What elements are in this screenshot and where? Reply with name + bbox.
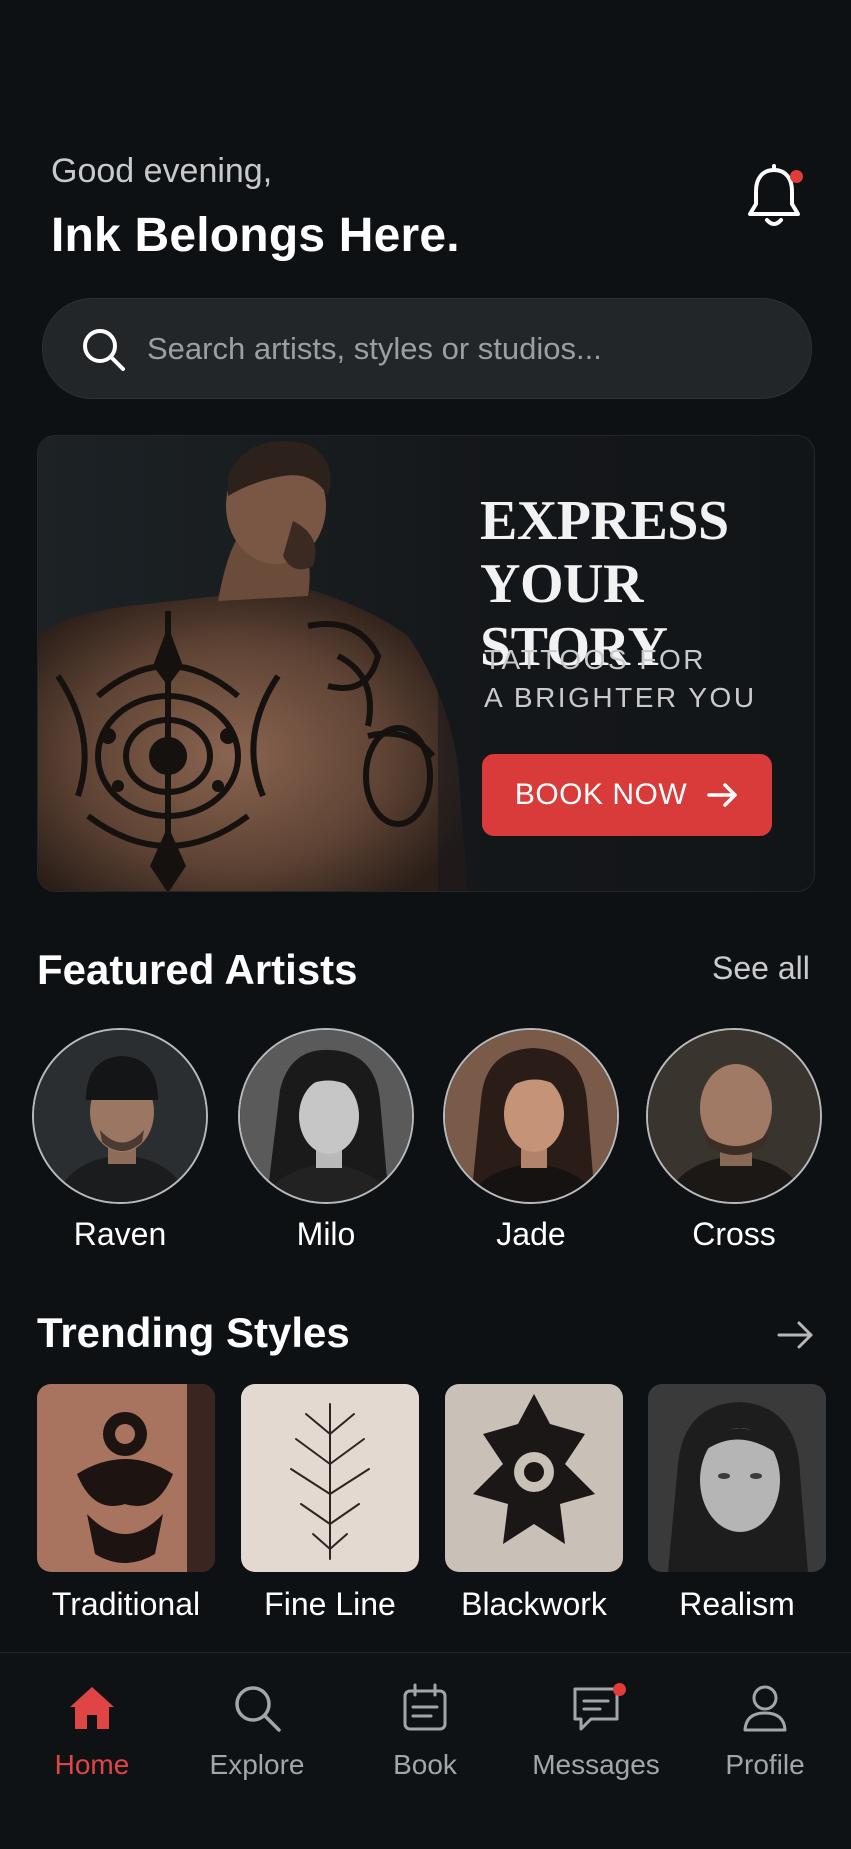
artist-name: Jade xyxy=(496,1216,566,1252)
book-now-button[interactable]: BOOK NOW xyxy=(482,754,772,836)
hero-banner: EXPRESS YOUR STORY TATTOOS FOR A BRIGHTE… xyxy=(37,435,815,892)
book-now-label: BOOK NOW xyxy=(514,778,688,811)
featured-artists-title: Featured Artists xyxy=(37,946,358,993)
style-card-traditional[interactable]: Traditional xyxy=(37,1384,215,1623)
tab-label: Explore xyxy=(209,1749,305,1780)
search-bar[interactable] xyxy=(42,298,812,399)
artist-card-raven[interactable]: Raven xyxy=(30,1028,210,1253)
avatar xyxy=(443,1028,619,1204)
search-icon xyxy=(235,1686,281,1732)
home-screen: Good evening, Ink Belongs Here. Search a… xyxy=(0,0,851,1849)
search-input[interactable] xyxy=(147,330,811,367)
bottom-tab-bar: Home Explore Book Messages Profile xyxy=(0,1652,851,1849)
artist-card-milo[interactable]: Milo xyxy=(236,1028,416,1253)
hero-tattoo-back-image xyxy=(38,436,478,891)
style-card-fine-line[interactable]: Fine Line xyxy=(241,1384,419,1623)
tab-label: Messages xyxy=(532,1749,660,1780)
avatar xyxy=(238,1028,414,1204)
artist-name: Raven xyxy=(73,1216,167,1252)
tab-explore[interactable]: Explore xyxy=(182,1681,332,1781)
tab-label: Home xyxy=(54,1749,130,1780)
calendar-icon xyxy=(403,1683,447,1731)
style-name: Traditional xyxy=(51,1586,201,1622)
style-thumbnail xyxy=(445,1384,623,1572)
home-icon xyxy=(70,1687,114,1729)
trending-styles-title: Trending Styles xyxy=(37,1309,350,1356)
style-thumbnail xyxy=(241,1384,419,1572)
user-icon xyxy=(743,1685,787,1732)
style-card-blackwork[interactable]: Blackwork xyxy=(445,1384,623,1623)
avatar xyxy=(646,1028,822,1204)
artist-name: Cross xyxy=(692,1216,776,1252)
search-icon xyxy=(83,328,125,371)
arrow-right-icon[interactable] xyxy=(776,1318,816,1352)
style-name: Realism xyxy=(679,1586,795,1622)
tab-book[interactable]: Book xyxy=(350,1681,500,1781)
tab-messages[interactable]: Messages xyxy=(521,1681,671,1781)
tab-home[interactable]: Home xyxy=(17,1681,167,1781)
arrow-right-icon xyxy=(707,783,737,807)
see-all-link[interactable]: See all xyxy=(712,950,810,987)
notification-badge xyxy=(613,1683,626,1696)
style-thumbnail xyxy=(648,1384,826,1572)
style-card-realism[interactable]: Realism xyxy=(648,1384,826,1623)
tab-label: Book xyxy=(393,1749,457,1780)
artist-name: Milo xyxy=(296,1216,356,1252)
style-thumbnail xyxy=(37,1384,215,1572)
notification-badge xyxy=(790,170,803,183)
greeting-text: Good evening, xyxy=(51,152,273,190)
page-title: Ink Belongs Here. xyxy=(51,209,460,262)
hero-subtitle-line2: A BRIGHTER YOU xyxy=(484,682,757,713)
artist-card-jade[interactable]: Jade xyxy=(441,1028,621,1253)
avatar xyxy=(32,1028,208,1204)
hero-subtitle: TATTOOS FOR A BRIGHTER YOU xyxy=(484,641,814,717)
style-name: Fine Line xyxy=(264,1586,396,1622)
hero-title-line1: EXPRESS xyxy=(480,490,729,552)
artist-card-cross[interactable]: Cross xyxy=(644,1028,824,1253)
tab-label: Profile xyxy=(725,1749,805,1780)
tab-profile[interactable]: Profile xyxy=(690,1681,840,1781)
style-name: Blackwork xyxy=(461,1586,607,1622)
hero-subtitle-line1: TATTOOS FOR xyxy=(484,644,706,675)
